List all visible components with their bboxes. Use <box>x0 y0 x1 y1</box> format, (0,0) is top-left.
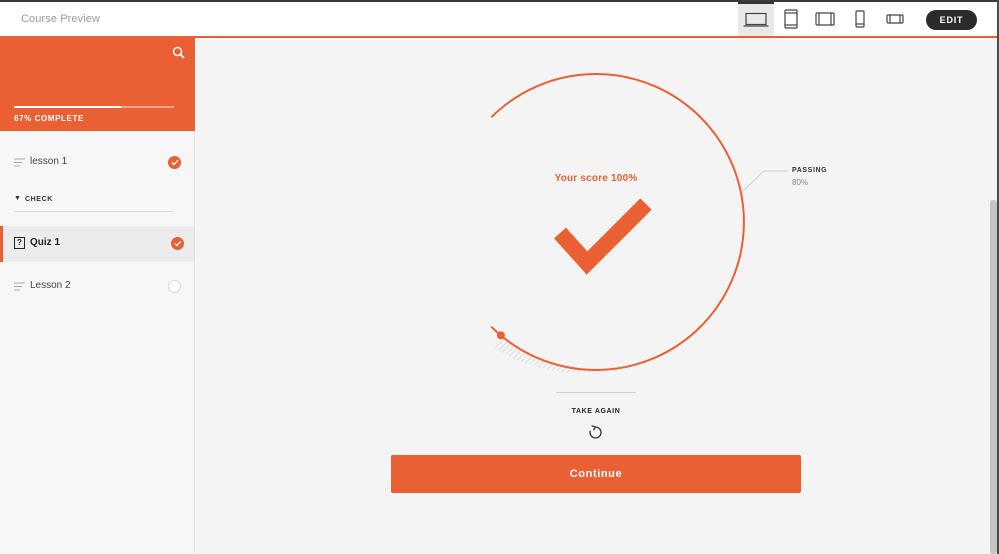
passing-label: PASSING <box>792 167 828 174</box>
divider <box>556 392 636 393</box>
continue-button[interactable]: Continue <box>391 455 801 493</box>
score-end-dot <box>496 331 505 340</box>
take-again-button[interactable]: TAKE AGAIN <box>496 408 696 415</box>
score-label: Your score 100% <box>554 173 638 184</box>
retry-icon[interactable] <box>587 424 604 441</box>
passing-leader-line <box>741 170 788 193</box>
passing-value: 80% <box>792 178 809 187</box>
checkmark-icon <box>554 198 652 275</box>
passing-threshold-band <box>494 337 620 373</box>
